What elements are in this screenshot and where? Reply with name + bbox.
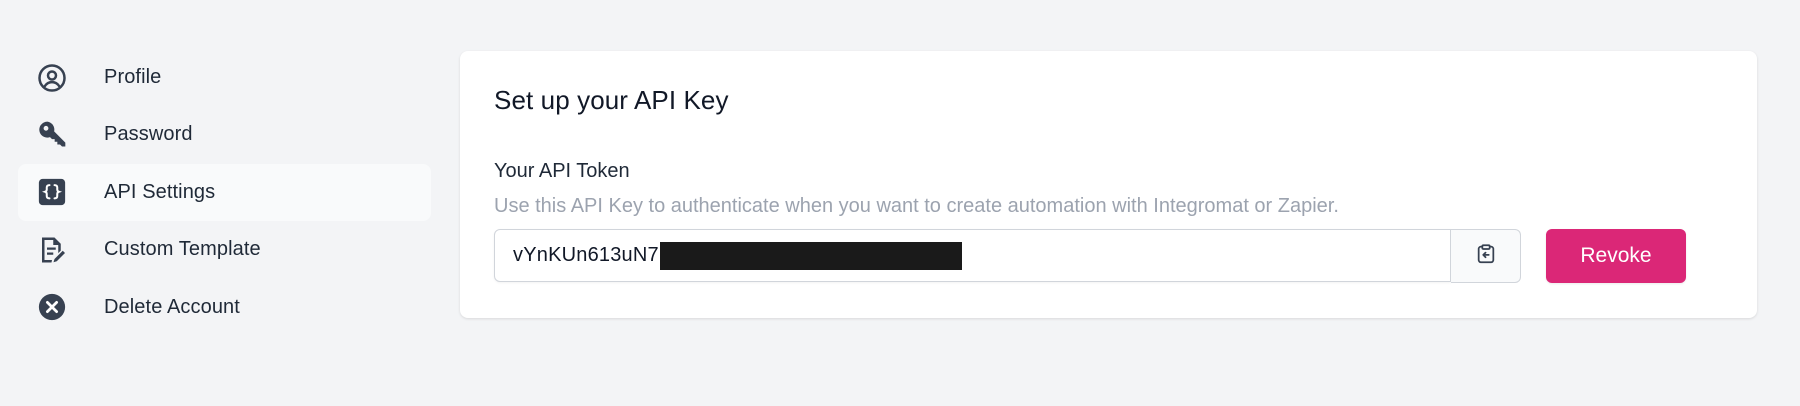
clipboard-copy-icon	[1475, 243, 1497, 270]
sidebar-item-label: Delete Account	[104, 295, 240, 318]
card-title: Set up your API Key	[494, 85, 729, 115]
document-edit-icon	[35, 233, 69, 267]
sidebar-item-label: Custom Template	[104, 238, 261, 261]
sidebar-item-delete-account[interactable]: Delete Account	[18, 279, 431, 336]
api-token-help-text: Use this API Key to authenticate when yo…	[494, 195, 1339, 217]
code-braces-icon	[35, 175, 69, 209]
api-token-label: Your API Token	[494, 160, 630, 182]
sidebar-item-label: Password	[104, 123, 193, 146]
x-circle-icon	[35, 290, 69, 324]
sidebar-item-label: Profile	[104, 66, 162, 88]
sidebar-item-label: API Settings	[104, 180, 216, 203]
api-token-field[interactable]: vYnKUn613uN7	[494, 229, 1451, 282]
settings-page: Profile Password API Settings Custom Tem…	[0, 0, 1800, 406]
sidebar-item-password[interactable]: Password	[18, 106, 431, 163]
sidebar-item-custom-template[interactable]: Custom Template	[18, 221, 431, 278]
settings-sidebar: Profile Password API Settings Custom Tem…	[18, 49, 431, 336]
api-settings-card: Set up your API Key Your API Token Use t…	[460, 51, 1757, 318]
api-token-redaction	[659, 241, 962, 270]
revoke-button[interactable]: Revoke	[1546, 229, 1686, 283]
api-token-value: vYnKUn613uN7	[513, 244, 659, 266]
sidebar-item-api-settings[interactable]: API Settings	[18, 163, 431, 221]
user-circle-icon	[35, 61, 69, 95]
copy-token-button[interactable]	[1451, 229, 1521, 283]
sidebar-item-profile[interactable]: Profile	[18, 49, 431, 106]
key-icon	[35, 118, 69, 152]
